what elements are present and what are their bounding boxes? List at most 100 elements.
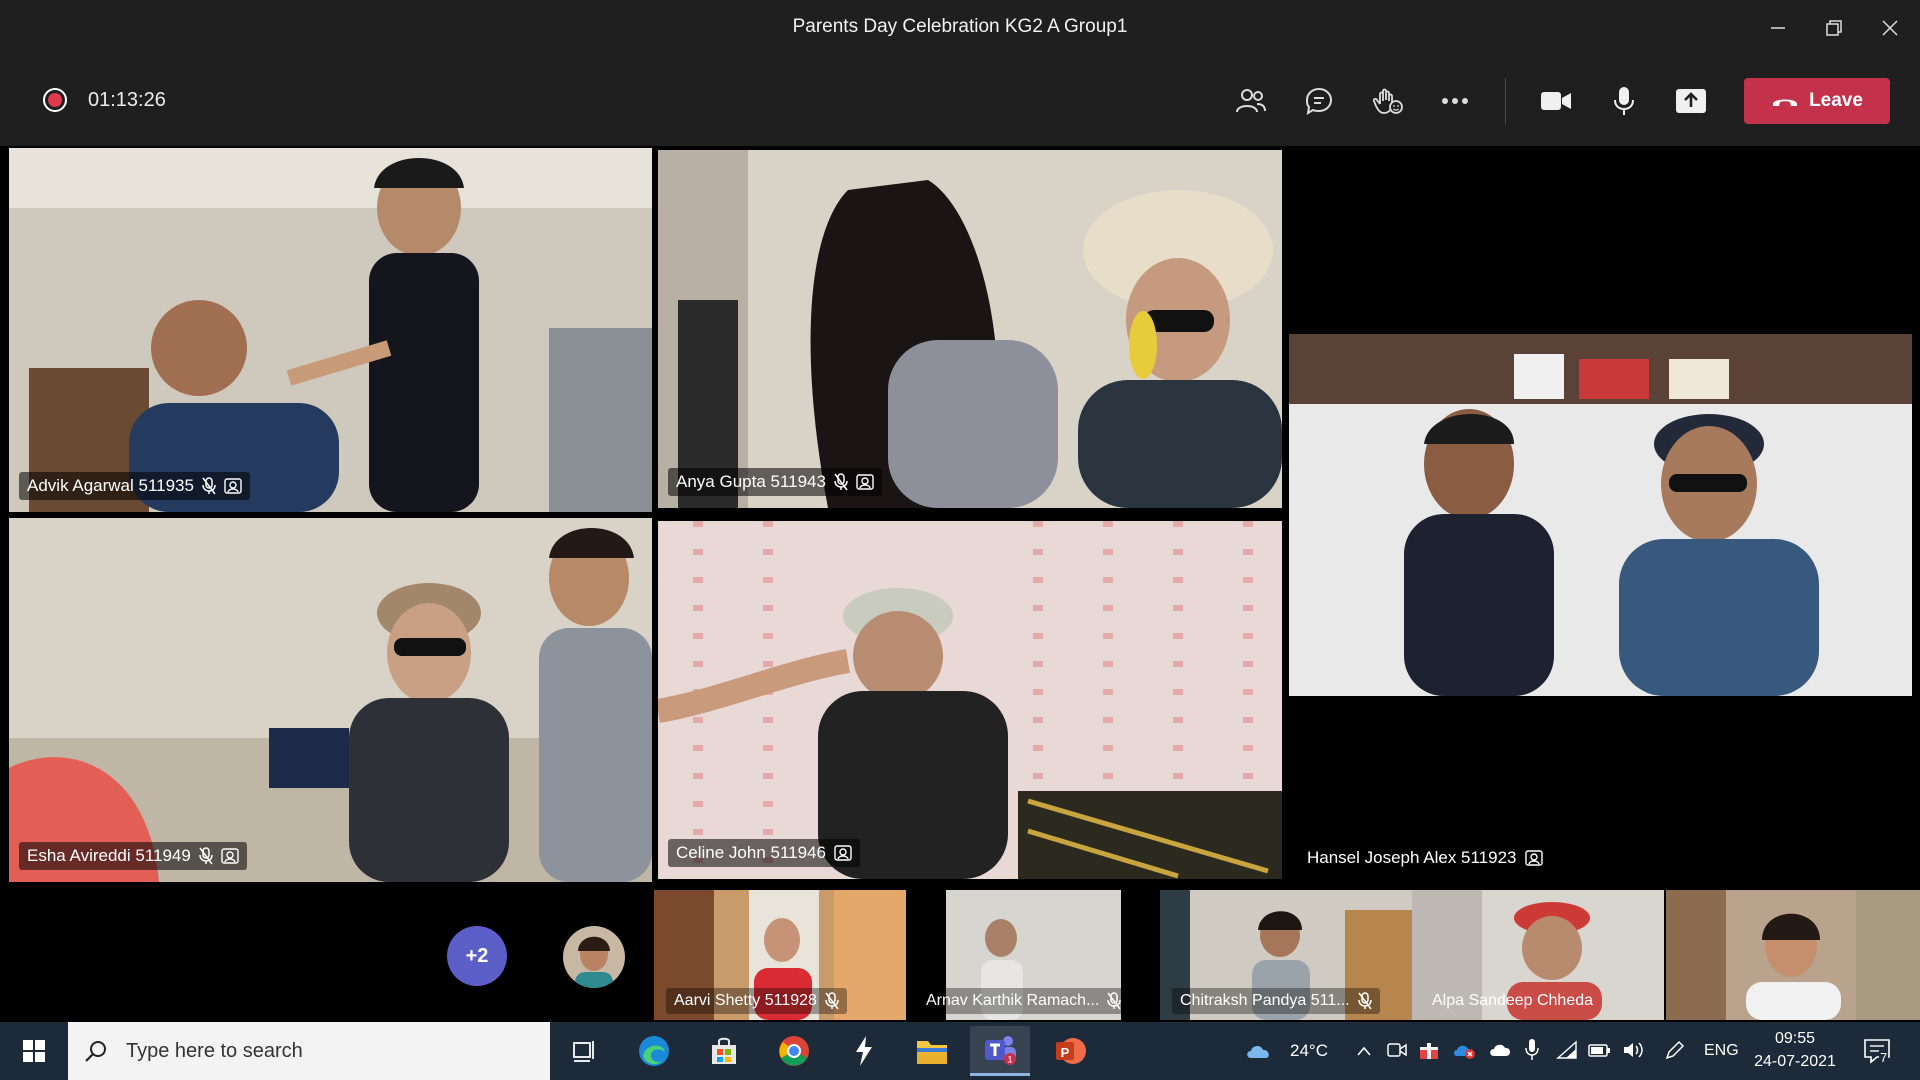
mic-off-icon [1107, 992, 1122, 1010]
reactions-button[interactable] [1366, 80, 1408, 122]
taskbar-app-bolt[interactable] [834, 1026, 894, 1076]
video-tile-hansel-joseph-alex[interactable]: Hansel Joseph Alex 511923 [1289, 148, 1912, 884]
show-conversation-button[interactable] [1298, 80, 1340, 122]
windows-taskbar: Type here to search 1 P 24°C ENG 09:55 2… [0, 1022, 1920, 1080]
minimize-icon [1771, 27, 1785, 29]
system-clock[interactable]: 09:55 24-07-2021 [1740, 1027, 1850, 1073]
more-participants-button[interactable]: +2 [447, 926, 507, 986]
mic-off-icon [199, 847, 213, 865]
participant-name: Aarvi Shetty 511928 [674, 992, 817, 1009]
filmstrip-thumb-aarvi-shetty[interactable]: Aarvi Shetty 511928 [654, 890, 906, 1020]
more-options-icon [1442, 98, 1468, 104]
cloud-sync-icon[interactable] [1488, 1041, 1512, 1059]
restore-icon [1826, 20, 1842, 36]
video-tile-advik-agarwal[interactable]: Advik Agarwal 511935 [9, 148, 652, 512]
participant-avatar[interactable] [563, 926, 625, 988]
search-icon [85, 1041, 106, 1062]
participant-name-tag: Chitraksh Pandya 511... [1172, 988, 1380, 1014]
participant-name-tag: Hansel Joseph Alex 511923 [1299, 844, 1551, 872]
store-icon [712, 1037, 736, 1064]
pin-participant-icon [221, 848, 239, 864]
participant-name: Hansel Joseph Alex 511923 [1307, 848, 1517, 867]
window-title: Parents Day Celebration KG2 A Group1 [792, 16, 1128, 37]
recording-indicator-icon [43, 88, 67, 112]
participant-name-tag: Anya Gupta 511943 [668, 468, 882, 496]
pin-participant-icon [834, 845, 852, 861]
taskbar-powerpoint[interactable]: P [1040, 1026, 1100, 1076]
notification-count: 7 [1879, 1050, 1889, 1065]
participant-video [9, 148, 652, 512]
weather-temperature[interactable]: 24°C [1290, 1041, 1328, 1061]
notification-center-button[interactable]: 7 [1862, 1036, 1892, 1066]
more-actions-button[interactable] [1434, 80, 1476, 122]
participant-name: Chitraksh Pandya 511... [1180, 992, 1350, 1009]
participant-name: Advik Agarwal 511935 [27, 476, 194, 495]
leave-label: Leave [1809, 90, 1863, 111]
pin-participant-icon [224, 478, 242, 494]
close-window-button[interactable] [1862, 0, 1918, 56]
filmstrip-thumb-alpa-sandeep-chheda[interactable]: Alpa Sandeep Chheda [1412, 890, 1664, 1020]
close-icon [1882, 20, 1898, 36]
filmstrip-thumb-arnav-karthik[interactable]: Arnav Karthik Ramach... [906, 890, 1158, 1020]
volume-icon[interactable] [1622, 1040, 1646, 1060]
toolbar-divider [1505, 78, 1506, 124]
taskbar-search-box[interactable]: Type here to search [68, 1022, 550, 1080]
share-content-button[interactable] [1670, 80, 1712, 122]
taskbar-edge[interactable] [624, 1026, 684, 1076]
start-button[interactable] [4, 1026, 64, 1076]
microphone-toggle-button[interactable] [1603, 80, 1645, 122]
minimize-button[interactable] [1750, 0, 1806, 56]
pin-participant-icon [1524, 850, 1543, 866]
pen-workspace-icon[interactable] [1664, 1039, 1686, 1061]
participant-name: Celine John 511946 [676, 843, 826, 862]
participant-name-tag: Alpa Sandeep Chheda [1424, 988, 1601, 1014]
onedrive-error-icon[interactable] [1452, 1040, 1476, 1060]
filmstrip-thumb-chitraksh-pandya[interactable]: Chitraksh Pandya 511... [1160, 890, 1412, 1020]
participant-name-tag: Celine John 511946 [668, 839, 860, 867]
weather-cloud-icon[interactable] [1244, 1040, 1274, 1060]
leave-meeting-button[interactable]: Leave [1744, 78, 1890, 124]
restore-button[interactable] [1806, 0, 1862, 56]
microphone-in-use-icon[interactable] [1524, 1038, 1540, 1062]
battery-icon[interactable] [1588, 1041, 1612, 1059]
task-view-button[interactable] [554, 1026, 614, 1076]
meet-now-icon[interactable] [1387, 1040, 1407, 1060]
recording-timer: 01:13:26 [88, 89, 166, 111]
clock-date: 24-07-2021 [1754, 1053, 1836, 1070]
participant-name: Alpa Sandeep Chheda [1432, 992, 1594, 1009]
participant-name: Anya Gupta 511943 [676, 472, 826, 491]
input-language[interactable]: ENG [1704, 1042, 1739, 1060]
show-participants-button[interactable] [1230, 80, 1272, 122]
chevron-up-icon[interactable] [1356, 1046, 1372, 1056]
taskbar-chrome[interactable] [764, 1026, 824, 1076]
participant-video [658, 150, 1282, 508]
gift-app-icon[interactable] [1418, 1039, 1440, 1061]
mic-off-icon [825, 992, 839, 1010]
teams-icon: 1 [985, 1035, 1016, 1065]
chat-icon [1305, 87, 1333, 115]
participant-name-tag: Advik Agarwal 511935 [19, 472, 250, 500]
video-tile-esha-avireddi[interactable]: Esha Avireddi 511949 [9, 518, 652, 882]
video-tile-celine-john[interactable]: Celine John 511946 [658, 521, 1282, 879]
windows-logo-icon [23, 1040, 45, 1062]
microphone-icon [1614, 87, 1634, 115]
participant-name-tag: Esha Avireddi 511949 [19, 842, 247, 870]
taskbar-store[interactable] [694, 1026, 754, 1076]
clock-time: 09:55 [1774, 1030, 1816, 1047]
hang-up-icon [1773, 99, 1798, 106]
title-bar: Parents Day Celebration KG2 A Group1 [0, 0, 1920, 56]
camera-toggle-button[interactable] [1535, 80, 1577, 122]
video-tile-anya-gupta[interactable]: Anya Gupta 511943 [658, 150, 1282, 508]
network-icon[interactable] [1556, 1040, 1578, 1060]
participant-video [1289, 334, 1912, 696]
filmstrip-thumb-self-view[interactable] [1666, 890, 1920, 1020]
participant-video [658, 521, 1282, 879]
reactions-icon [1372, 88, 1403, 114]
share-screen-icon [1676, 89, 1706, 113]
mic-off-icon [202, 477, 216, 495]
taskbar-teams[interactable]: 1 [970, 1026, 1030, 1076]
search-placeholder: Type here to search [126, 1039, 303, 1062]
participant-video [1666, 890, 1920, 1020]
svg-text:P: P [1061, 1045, 1070, 1060]
taskbar-file-explorer[interactable] [902, 1026, 962, 1076]
